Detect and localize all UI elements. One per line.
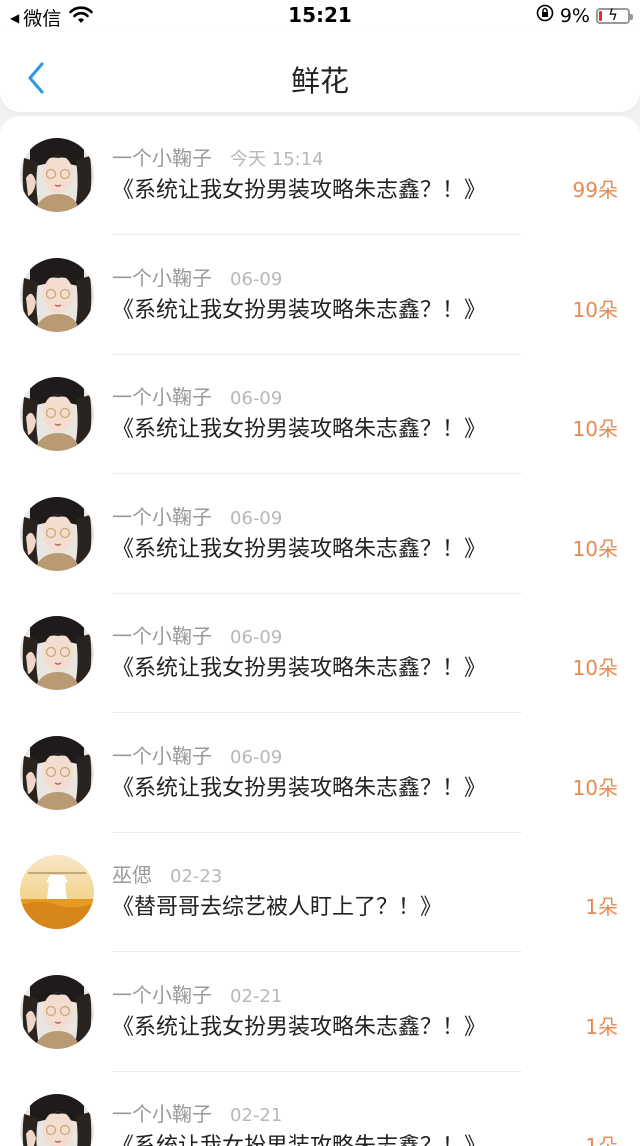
timestamp: 06-09 xyxy=(230,627,283,648)
battery-percent: 9% xyxy=(559,4,590,27)
avatar[interactable] xyxy=(20,975,94,1049)
username[interactable]: 一个小鞠子 xyxy=(112,262,212,291)
book-title[interactable]: 《系统让我女扮男装攻略朱志鑫？！》 xyxy=(112,411,486,443)
book-title[interactable]: 《系统让我女扮男装攻略朱志鑫？！》 xyxy=(112,292,486,324)
username[interactable]: 一个小鞠子 xyxy=(112,1098,212,1127)
item-meta: 一个小鞠子 06-09 xyxy=(112,262,282,291)
page-title: 鲜花 xyxy=(290,64,349,98)
avatar[interactable] xyxy=(20,855,94,929)
battery-icon: ϟ xyxy=(596,6,633,24)
list-item[interactable]: 一个小鞠子 今天 15:14 《系统让我女扮男装攻略朱志鑫？！》 99朵 xyxy=(0,116,640,235)
list-item[interactable]: 一个小鞠子 06-09 《系统让我女扮男装攻略朱志鑫？！》 10朵 xyxy=(0,475,640,594)
username[interactable]: 一个小鞠子 xyxy=(112,501,212,530)
list-item[interactable]: 一个小鞠子 06-09 《系统让我女扮男装攻略朱志鑫？！》 10朵 xyxy=(0,594,640,713)
book-title[interactable]: 《系统让我女扮男装攻略朱志鑫？！》 xyxy=(112,650,486,682)
flower-count: 1朵 xyxy=(585,1015,618,1039)
item-meta: 一个小鞠子 今天 15:14 xyxy=(112,142,324,171)
timestamp: 今天 15:14 xyxy=(230,149,324,170)
username[interactable]: 巫偲 xyxy=(112,859,152,888)
book-title[interactable]: 《系统让我女扮男装攻略朱志鑫？！》 xyxy=(112,531,486,563)
username[interactable]: 一个小鞠子 xyxy=(112,142,212,171)
item-meta: 一个小鞠子 06-09 xyxy=(112,620,282,649)
book-title[interactable]: 《系统让我女扮男装攻略朱志鑫？！》 xyxy=(112,1009,486,1041)
timestamp: 02-23 xyxy=(170,866,223,887)
book-title[interactable]: 《系统让我女扮男装攻略朱志鑫？！》 xyxy=(112,770,486,802)
orientation-lock-icon xyxy=(536,4,554,27)
list-item[interactable]: 一个小鞠子 06-09 《系统让我女扮男装攻略朱志鑫？！》 10朵 xyxy=(0,714,640,833)
nav-bar: 鲜花 xyxy=(0,32,640,112)
avatar[interactable] xyxy=(20,497,94,571)
timestamp: 06-09 xyxy=(230,508,283,529)
list-item[interactable]: 巫偲 02-23 《替哥哥去综艺被人盯上了？！》 1朵 xyxy=(0,833,640,952)
username[interactable]: 一个小鞠子 xyxy=(112,740,212,769)
timestamp: 06-09 xyxy=(230,269,283,290)
book-title[interactable]: 《系统让我女扮男装攻略朱志鑫？！》 xyxy=(112,172,486,204)
timestamp: 02-21 xyxy=(230,1105,283,1126)
avatar[interactable] xyxy=(20,377,94,451)
flower-list: 一个小鞠子 今天 15:14 《系统让我女扮男装攻略朱志鑫？！》 99朵 一个小鞠子 0… xyxy=(0,116,640,1146)
flower-count: 1朵 xyxy=(585,895,618,919)
book-title[interactable]: 《替哥哥去综艺被人盯上了？！》 xyxy=(112,889,442,921)
avatar[interactable] xyxy=(20,258,94,332)
flower-count: 10朵 xyxy=(572,776,618,800)
flower-count: 10朵 xyxy=(572,417,618,441)
row-divider xyxy=(112,234,522,235)
item-meta: 一个小鞠子 02-21 xyxy=(112,979,282,1008)
status-right: 9% ϟ xyxy=(536,4,633,27)
item-meta: 一个小鞠子 06-09 xyxy=(112,740,282,769)
row-divider xyxy=(112,473,522,474)
item-meta: 一个小鞠子 06-09 xyxy=(112,381,282,410)
avatar[interactable] xyxy=(20,616,94,690)
flower-count: 10朵 xyxy=(572,298,618,322)
item-meta: 巫偲 02-23 xyxy=(112,859,222,888)
list-item[interactable]: 一个小鞠子 02-21《系统让我女扮男装攻略朱志鑫？！》 1朵 xyxy=(0,953,640,1072)
book-title[interactable]: 《系统让我女扮男装攻略朱志鑫？！》 xyxy=(112,1128,486,1146)
item-meta: 一个小鞠子 02-21 xyxy=(112,1098,282,1127)
username[interactable]: 一个小鞠子 xyxy=(112,620,212,649)
flower-count: 10朵 xyxy=(572,656,618,680)
flower-count: 99朵 xyxy=(572,178,618,202)
flower-count: 1朵 xyxy=(585,1134,618,1146)
row-divider xyxy=(112,951,522,952)
username[interactable]: 一个小鞠子 xyxy=(112,381,212,410)
row-divider xyxy=(112,712,522,713)
list-item[interactable]: 一个小鞠子 06-09 《系统让我女扮男装攻略朱志鑫？！》 10朵 xyxy=(0,236,640,355)
timestamp: 06-09 xyxy=(230,388,283,409)
username[interactable]: 一个小鞠子 xyxy=(112,979,212,1008)
item-meta: 一个小鞠子 06-09 xyxy=(112,501,282,530)
list-item[interactable]: 一个小鞠子 06-09 《系统让我女扮男装攻略朱志鑫？！》 10朵 xyxy=(0,355,640,474)
avatar[interactable] xyxy=(20,736,94,810)
timestamp: 02-21 xyxy=(230,986,283,1007)
timestamp: 06-09 xyxy=(230,747,283,768)
flower-count: 10朵 xyxy=(572,537,618,561)
list-item[interactable]: 一个小鞠子 02-21 《系统让我女扮男装攻略朱志鑫？！》 1朵 xyxy=(0,1072,640,1146)
avatar[interactable] xyxy=(20,138,94,212)
status-bar: ◀ 微信 15:21 9% ϟ xyxy=(0,0,640,32)
avatar[interactable] xyxy=(20,1094,94,1146)
